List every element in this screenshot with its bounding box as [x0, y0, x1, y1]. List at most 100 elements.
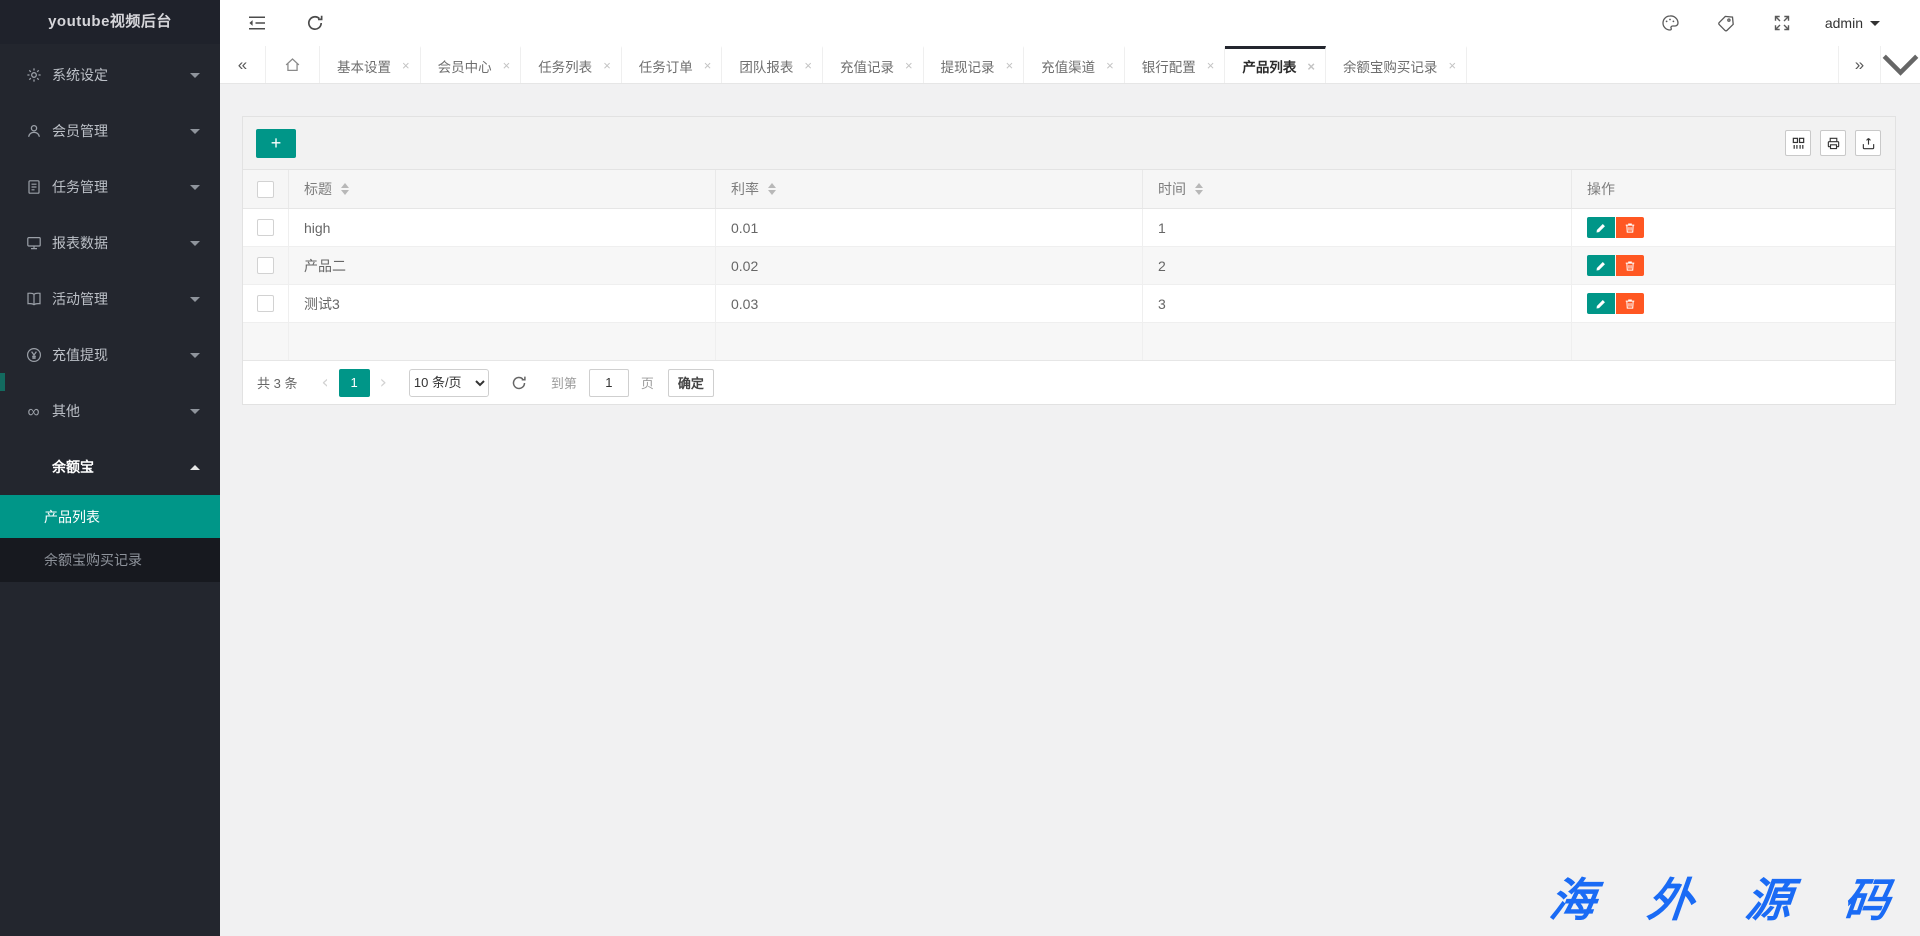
page-number-button[interactable]: 1: [339, 369, 370, 397]
tab-close-icon[interactable]: ×: [905, 59, 913, 72]
tab-任务列表[interactable]: 任务列表 ×: [521, 46, 622, 83]
pencil-icon: [1595, 298, 1607, 310]
columns-filter-icon: [1791, 136, 1806, 151]
tab-团队报表[interactable]: 团队报表 ×: [722, 46, 823, 83]
sidebar-item-报表数据[interactable]: 报表数据: [0, 215, 220, 271]
export-button[interactable]: [1855, 130, 1881, 156]
page-size-select[interactable]: 10 条/页: [409, 369, 489, 397]
tab-close-icon[interactable]: ×: [603, 59, 611, 72]
chevron-down-icon: [1881, 53, 1920, 76]
pencil-icon: [1595, 222, 1607, 234]
row-checkbox[interactable]: [257, 295, 274, 312]
refresh-table-button[interactable]: [511, 375, 527, 391]
sidebar-subitem-余额宝购买记录[interactable]: 余额宝购买记录: [0, 538, 220, 582]
tab-close-icon[interactable]: ×: [1448, 59, 1456, 72]
refresh-icon: [511, 375, 527, 391]
tab-close-icon[interactable]: ×: [1307, 60, 1315, 73]
sort-control[interactable]: [1195, 183, 1203, 195]
delete-button[interactable]: [1616, 293, 1644, 314]
delete-button[interactable]: [1616, 255, 1644, 276]
gear-icon: [25, 67, 42, 84]
sidebar-subitem-产品列表[interactable]: 产品列表: [0, 495, 220, 538]
tab-bar: « 基本设置 × 会员中心 × 任务列表 × 任务订单 × 团队报表 × 充值记…: [220, 46, 1920, 84]
tag-icon[interactable]: [1717, 14, 1735, 32]
sidebar-item-会员管理[interactable]: 会员管理: [0, 103, 220, 159]
tab-任务订单[interactable]: 任务订单 ×: [622, 46, 723, 83]
tab-close-icon[interactable]: ×: [503, 59, 511, 72]
tab-产品列表[interactable]: 产品列表 ×: [1225, 46, 1326, 83]
sort-control[interactable]: [341, 183, 349, 195]
edit-button[interactable]: [1587, 255, 1615, 276]
cell-rate: 0.02: [716, 247, 1143, 284]
tab-close-icon[interactable]: ×: [1207, 59, 1215, 72]
delete-button[interactable]: [1616, 217, 1644, 238]
tab-close-icon[interactable]: ×: [1006, 59, 1014, 72]
tab-close-icon[interactable]: ×: [402, 59, 410, 72]
prev-page-button[interactable]: ‹: [321, 372, 328, 393]
header-title: 标题: [289, 170, 716, 208]
confirm-button[interactable]: 确定: [668, 369, 714, 397]
tab-close-icon[interactable]: ×: [704, 59, 712, 72]
tab-充值渠道[interactable]: 充值渠道 ×: [1024, 46, 1125, 83]
home-tab-button[interactable]: [266, 46, 320, 83]
row-checkbox[interactable]: [257, 257, 274, 274]
sidebar-item-余额宝[interactable]: 余额宝: [0, 439, 220, 495]
sidebar-item-其他[interactable]: ∞ 其他: [0, 383, 220, 439]
document-icon: [25, 179, 42, 196]
goto-suffix-label: 页: [641, 373, 654, 392]
tabs-strip: 基本设置 × 会员中心 × 任务列表 × 任务订单 × 团队报表 × 充值记录 …: [320, 46, 1467, 83]
cell-rate: 0.01: [716, 209, 1143, 246]
sidebar-scrollbar[interactable]: [0, 373, 5, 391]
user-menu[interactable]: admin: [1825, 15, 1880, 31]
app-logo: youtube视频后台: [0, 0, 220, 44]
edit-button[interactable]: [1587, 217, 1615, 238]
refresh-icon[interactable]: [306, 14, 324, 32]
tab-充值记录[interactable]: 充值记录 ×: [823, 46, 924, 83]
monitor-icon: [25, 235, 42, 252]
tabs-scroll-right-button[interactable]: »: [1838, 46, 1880, 83]
columns-filter-button[interactable]: [1785, 130, 1811, 156]
cell-rate: 0.03: [716, 285, 1143, 322]
sidebar-item-活动管理[interactable]: 活动管理: [0, 271, 220, 327]
goto-prefix-label: 到第: [551, 373, 577, 392]
tab-提现记录[interactable]: 提现记录 ×: [924, 46, 1025, 83]
tab-余额宝购买记录[interactable]: 余额宝购买记录 ×: [1326, 46, 1467, 83]
add-button[interactable]: +: [256, 129, 296, 158]
sidebar-item-系统设定[interactable]: 系统设定: [0, 47, 220, 103]
select-all-checkbox[interactable]: [257, 181, 274, 198]
sidebar: youtube视频后台 系统设定 会员管理 任务管理 报表数据 活动管理 充值提…: [0, 0, 220, 936]
tab-close-icon[interactable]: ×: [1106, 59, 1114, 72]
collapse-menu-icon[interactable]: [248, 14, 266, 32]
trash-icon: [1624, 222, 1636, 234]
next-page-button[interactable]: ›: [380, 372, 387, 393]
watermark-url: www.haiwaiym.com: [1550, 932, 1890, 936]
table-row: high 0.01 1: [243, 209, 1895, 247]
chevron-icon: [190, 297, 200, 302]
chevron-icon: [190, 353, 200, 358]
sidebar-item-充值提现[interactable]: 充值提现: [0, 327, 220, 383]
yen-icon: [25, 347, 42, 364]
fullscreen-icon[interactable]: [1773, 14, 1791, 32]
edit-button[interactable]: [1587, 293, 1615, 314]
table-header: 标题 利率 时间 操作: [243, 170, 1895, 209]
tabs-scroll-left-button[interactable]: «: [220, 46, 266, 83]
row-checkbox[interactable]: [257, 219, 274, 236]
tab-close-icon[interactable]: ×: [804, 59, 812, 72]
tab-会员中心[interactable]: 会员中心 ×: [421, 46, 522, 83]
chevron-icon: [190, 185, 200, 190]
sidebar-item-任务管理[interactable]: 任务管理: [0, 159, 220, 215]
table-empty-row: [243, 323, 1895, 361]
top-header: admin: [220, 0, 1920, 46]
chevron-down-icon: [1870, 21, 1880, 26]
home-icon: [284, 56, 301, 73]
print-button[interactable]: [1820, 130, 1846, 156]
chevron-icon: [190, 465, 200, 470]
tabs-menu-button[interactable]: [1880, 46, 1920, 83]
tabs-spacer: [1467, 46, 1838, 83]
sort-control[interactable]: [768, 183, 776, 195]
palette-icon[interactable]: [1661, 14, 1679, 32]
total-count: 共 3 条: [257, 373, 297, 392]
tab-银行配置[interactable]: 银行配置 ×: [1125, 46, 1226, 83]
tab-基本设置[interactable]: 基本设置 ×: [320, 46, 421, 83]
goto-page-input[interactable]: [589, 369, 629, 397]
